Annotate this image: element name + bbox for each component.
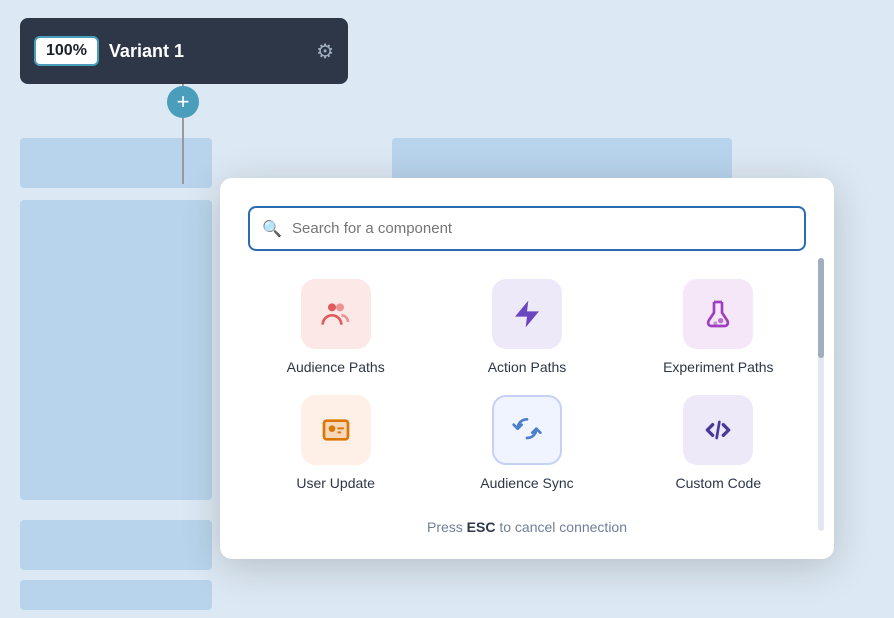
component-grid: Audience Paths Action Paths Experiment P… bbox=[248, 279, 806, 491]
variant-percent: 100% bbox=[34, 36, 99, 66]
scrollbar-track[interactable] bbox=[818, 258, 824, 531]
component-picker-popup: 🔍 Audience Paths Action Paths Experiment… bbox=[220, 178, 834, 559]
footer-esc-key: ESC bbox=[467, 519, 496, 535]
search-input[interactable] bbox=[248, 206, 806, 251]
user-update-label: User Update bbox=[296, 475, 375, 491]
action-paths-label: Action Paths bbox=[488, 359, 567, 375]
audience-sync-icon bbox=[492, 395, 562, 465]
search-icon: 🔍 bbox=[262, 219, 282, 239]
footer-text-before: Press bbox=[427, 519, 467, 535]
add-component-button[interactable]: + bbox=[167, 86, 199, 118]
bg-block bbox=[20, 520, 212, 570]
footer-text-after: to cancel connection bbox=[499, 519, 627, 535]
experiment-paths-label: Experiment Paths bbox=[663, 359, 774, 375]
audience-paths-label: Audience Paths bbox=[287, 359, 385, 375]
audience-paths-icon bbox=[301, 279, 371, 349]
action-paths-icon bbox=[492, 279, 562, 349]
component-item-custom-code[interactable]: Custom Code bbox=[631, 395, 806, 491]
component-item-audience-sync[interactable]: Audience Sync bbox=[439, 395, 614, 491]
gear-icon[interactable]: ⚙ bbox=[316, 39, 334, 64]
component-item-action-paths[interactable]: Action Paths bbox=[439, 279, 614, 375]
bg-block bbox=[20, 200, 212, 500]
search-wrapper: 🔍 bbox=[248, 206, 806, 251]
component-item-experiment-paths[interactable]: Experiment Paths bbox=[631, 279, 806, 375]
scrollbar-thumb[interactable] bbox=[818, 258, 824, 358]
audience-sync-label: Audience Sync bbox=[480, 475, 573, 491]
variant-node: 100% Variant 1 ⚙ bbox=[20, 18, 348, 84]
component-item-user-update[interactable]: User Update bbox=[248, 395, 423, 491]
bg-block bbox=[20, 580, 212, 610]
experiment-paths-icon bbox=[683, 279, 753, 349]
custom-code-icon bbox=[683, 395, 753, 465]
footer-hint: Press ESC to cancel connection bbox=[248, 519, 806, 535]
component-item-audience-paths[interactable]: Audience Paths bbox=[248, 279, 423, 375]
user-update-icon bbox=[301, 395, 371, 465]
custom-code-label: Custom Code bbox=[676, 475, 762, 491]
variant-label: Variant 1 bbox=[109, 41, 306, 62]
